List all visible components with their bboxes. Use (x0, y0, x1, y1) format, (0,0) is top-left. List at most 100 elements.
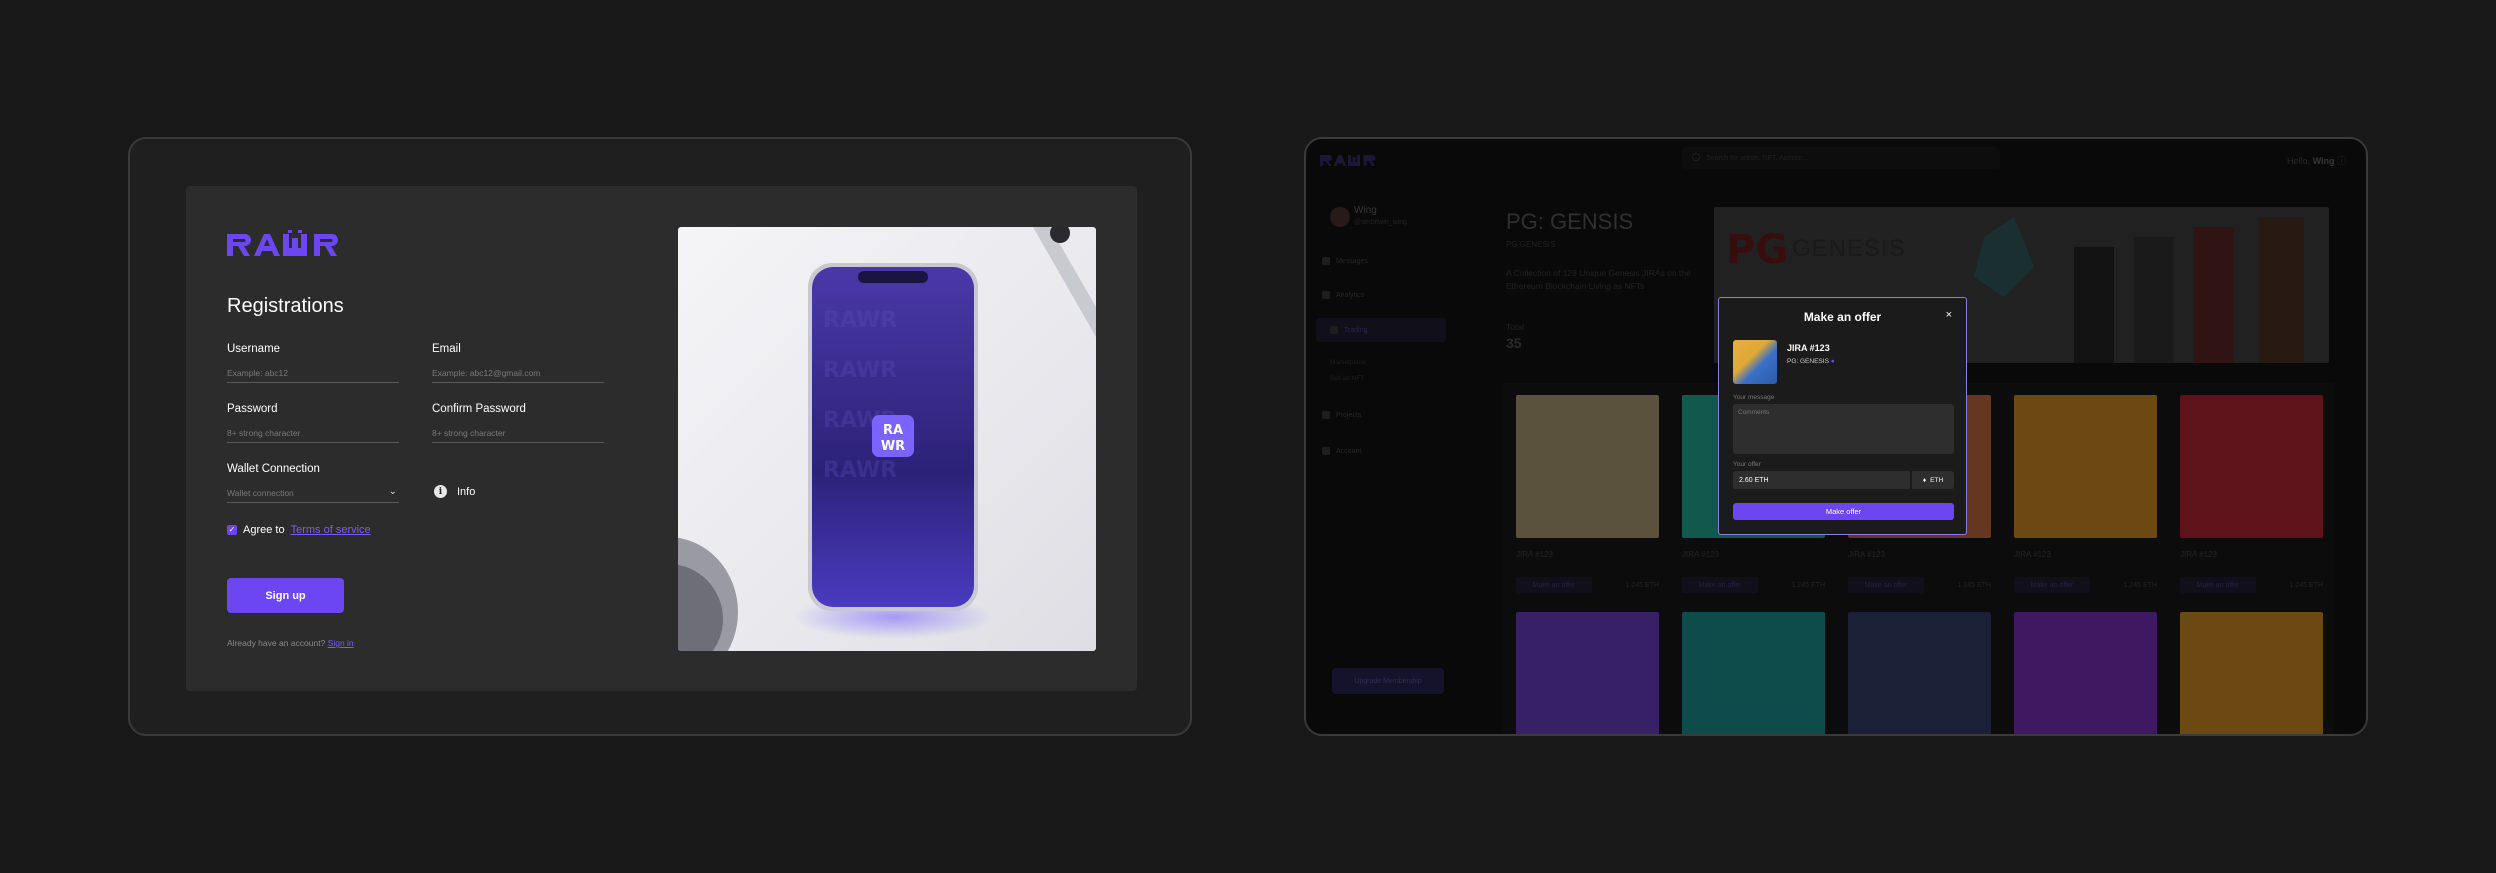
nft-card[interactable]: JIRA #123 Make an offer 1.245 ETH (2014, 395, 2157, 593)
confirm-password-input[interactable] (432, 423, 604, 443)
nft-image[interactable] (1516, 395, 1659, 538)
modal-collection: PG: GENESIS ● (1787, 358, 1835, 365)
phone-mockup-image: RAWR RAWR RAWR RAWR RA WR (678, 227, 1096, 651)
signin-link[interactable]: Sign in (328, 638, 354, 648)
modal-title: Make an offer (1803, 310, 1882, 324)
message-input[interactable] (1733, 404, 1954, 454)
have-account-text: Already have an account? (227, 638, 326, 648)
rawr-logo (227, 230, 338, 256)
info-row[interactable]: i Info (434, 485, 475, 498)
registration-frame: Registrations Username Email Password Co… (128, 137, 1192, 736)
modal-collection-name: PG: GENESIS (1787, 358, 1829, 365)
nft-card[interactable]: JIRA #123 Make an offer 1.245 ETH (1516, 395, 1659, 593)
signin-prompt: Already have an account? Sign in (227, 638, 354, 648)
password-label: Password (227, 403, 278, 415)
nft-actions: Make an offer 1.245 ETH (2180, 577, 2323, 593)
sidebar-item-projects[interactable]: Projects (1322, 411, 1361, 419)
sidebar-item-label: Trading (1344, 326, 1368, 334)
total-value: 35 (1506, 335, 1522, 351)
nft-price: 1.245 ETH (1791, 581, 1825, 589)
email-field: Email (432, 343, 604, 383)
user-name: Wing (1354, 205, 1377, 216)
nft-app-frame: Search for artists, NFT, Auction... Hell… (1304, 137, 2368, 736)
sidebar-subitem-marketplace[interactable]: Marketplace (1330, 359, 1365, 366)
avatar[interactable] (1330, 207, 1350, 227)
terms-link[interactable]: Terms of service (291, 524, 371, 536)
offer-label: Your offer (1733, 461, 1761, 468)
upgrade-membership-button[interactable]: Upgrade Membership (1332, 668, 1444, 694)
nft-image[interactable] (1516, 612, 1659, 734)
make-offer-button[interactable]: Make an offer (2014, 577, 2090, 593)
info-label: Info (457, 485, 476, 498)
search-input[interactable]: Search for artists, NFT, Auction... (1682, 147, 2000, 169)
username-input[interactable] (227, 363, 399, 383)
nft-actions: Make an offer 1.245 ETH (1682, 577, 1825, 593)
nft-actions: Make an offer 1.245 ETH (2014, 577, 2157, 593)
wallet-select[interactable]: ⌄ (227, 483, 399, 503)
sidebar-item-label: Account (1336, 447, 1362, 455)
trading-icon (1330, 326, 1338, 334)
nft-image[interactable] (2180, 612, 2323, 734)
currency-select[interactable]: ♦ ETH (1912, 471, 1954, 489)
terms-checkbox[interactable]: ✓ (227, 525, 237, 535)
nft-price: 1.245 ETH (2123, 581, 2157, 589)
nft-image[interactable] (1682, 612, 1825, 734)
sidebar-subitem-sell[interactable]: Sell an NFT (1330, 375, 1364, 382)
sidebar-item-trading[interactable]: Trading (1316, 318, 1446, 342)
nft-card[interactable]: JIRA #123 Make an offer 1.245 ETH (2180, 395, 2323, 593)
nft-actions: Make an offer 1.245 ETH (1848, 577, 1991, 593)
nft-price: 1.245 ETH (2289, 581, 2323, 589)
registration-card: Registrations Username Email Password Co… (186, 186, 1137, 691)
username-field: Username (227, 343, 399, 383)
wallet-input[interactable] (227, 483, 399, 503)
nft-price: 1.245 ETH (1625, 581, 1659, 589)
nft-actions: Make an offer 1.245 ETH (1516, 577, 1659, 593)
chevron-down-icon[interactable]: ⌄ (389, 486, 397, 497)
phone-illustration: RAWR RAWR RAWR RAWR RA WR (678, 227, 1096, 651)
make-offer-submit-button[interactable]: Make offer (1733, 503, 1954, 520)
info-icon[interactable]: i (434, 485, 447, 498)
page-title: Registrations (227, 295, 344, 317)
search-icon (1692, 153, 1700, 161)
projects-icon (1322, 411, 1330, 419)
offer-input[interactable] (1733, 471, 1910, 489)
make-offer-button[interactable]: Make an offer (1682, 577, 1758, 593)
username-label: Username (227, 343, 281, 355)
email-input[interactable] (432, 363, 604, 383)
nft-name: JIRA #123 (2180, 550, 2217, 559)
nft-image[interactable] (2014, 612, 2157, 734)
nft-card[interactable] (1682, 612, 1825, 734)
phone-logo-line2: WR (881, 439, 905, 454)
nft-card[interactable] (2014, 612, 2157, 734)
sidebar-item-account[interactable]: Account (1322, 447, 1361, 455)
make-offer-modal: Make an offer × JIRA #123 PG: GENESIS ● … (1718, 297, 1967, 535)
close-icon[interactable]: × (1946, 309, 1952, 321)
nft-card[interactable] (1848, 612, 1991, 734)
nft-image[interactable] (2180, 395, 2323, 538)
nft-image[interactable] (1848, 612, 1991, 734)
signup-button[interactable]: Sign up (227, 578, 344, 613)
nft-name: JIRA #123 (1516, 550, 1553, 559)
account-icon (1322, 447, 1330, 455)
greeting[interactable]: Hello, Wing ⓘ (2287, 154, 2346, 167)
sidebar-item-messages[interactable]: Messages (1322, 257, 1368, 265)
nft-card[interactable] (2180, 612, 2323, 734)
nft-name: JIRA #123 (1682, 550, 1719, 559)
nft-name: JIRA #123 (2014, 550, 2051, 559)
sidebar-item-label: Messages (1336, 257, 1368, 265)
make-offer-button[interactable]: Make an offer (2180, 577, 2256, 593)
search-placeholder: Search for artists, NFT, Auction... (1706, 154, 1809, 162)
make-offer-button[interactable]: Make an offer (1848, 577, 1924, 593)
svg-text:RAWR: RAWR (823, 458, 897, 483)
make-offer-button[interactable]: Make an offer (1516, 577, 1592, 593)
collection-description: A Collection of 128 Unique Genesis JIRAs… (1506, 268, 1691, 291)
sidebar-item-analytics[interactable]: Analytics (1322, 291, 1364, 299)
nft-card[interactable] (1516, 612, 1659, 734)
app-logo[interactable] (1318, 153, 1380, 167)
password-input[interactable] (227, 423, 399, 443)
svg-text:RAWR: RAWR (823, 358, 897, 383)
message-label: Your message (1733, 394, 1775, 401)
sidebar-item-label: Projects (1336, 411, 1362, 419)
nft-image[interactable] (2014, 395, 2157, 538)
analytics-icon (1322, 291, 1330, 299)
